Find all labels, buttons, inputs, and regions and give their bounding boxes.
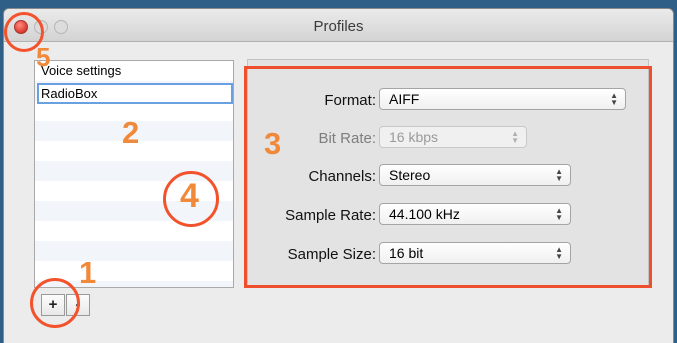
title-bar[interactable]: Profiles: [4, 9, 673, 42]
window-title: Profiles: [313, 18, 364, 35]
annotation-number-4: 4: [180, 177, 199, 215]
profile-name-edit-field[interactable]: RadioBox: [37, 83, 233, 104]
annotation-number-2: 2: [122, 115, 140, 150]
annotation-number-1: 1: [79, 255, 97, 290]
annotation-number-5: 5: [36, 42, 51, 72]
annotation-box-settings: [244, 66, 652, 288]
annotation-number-3: 3: [264, 126, 282, 161]
list-item-voice-settings[interactable]: Voice settings: [41, 63, 121, 78]
annotation-circle-add: [30, 278, 80, 328]
